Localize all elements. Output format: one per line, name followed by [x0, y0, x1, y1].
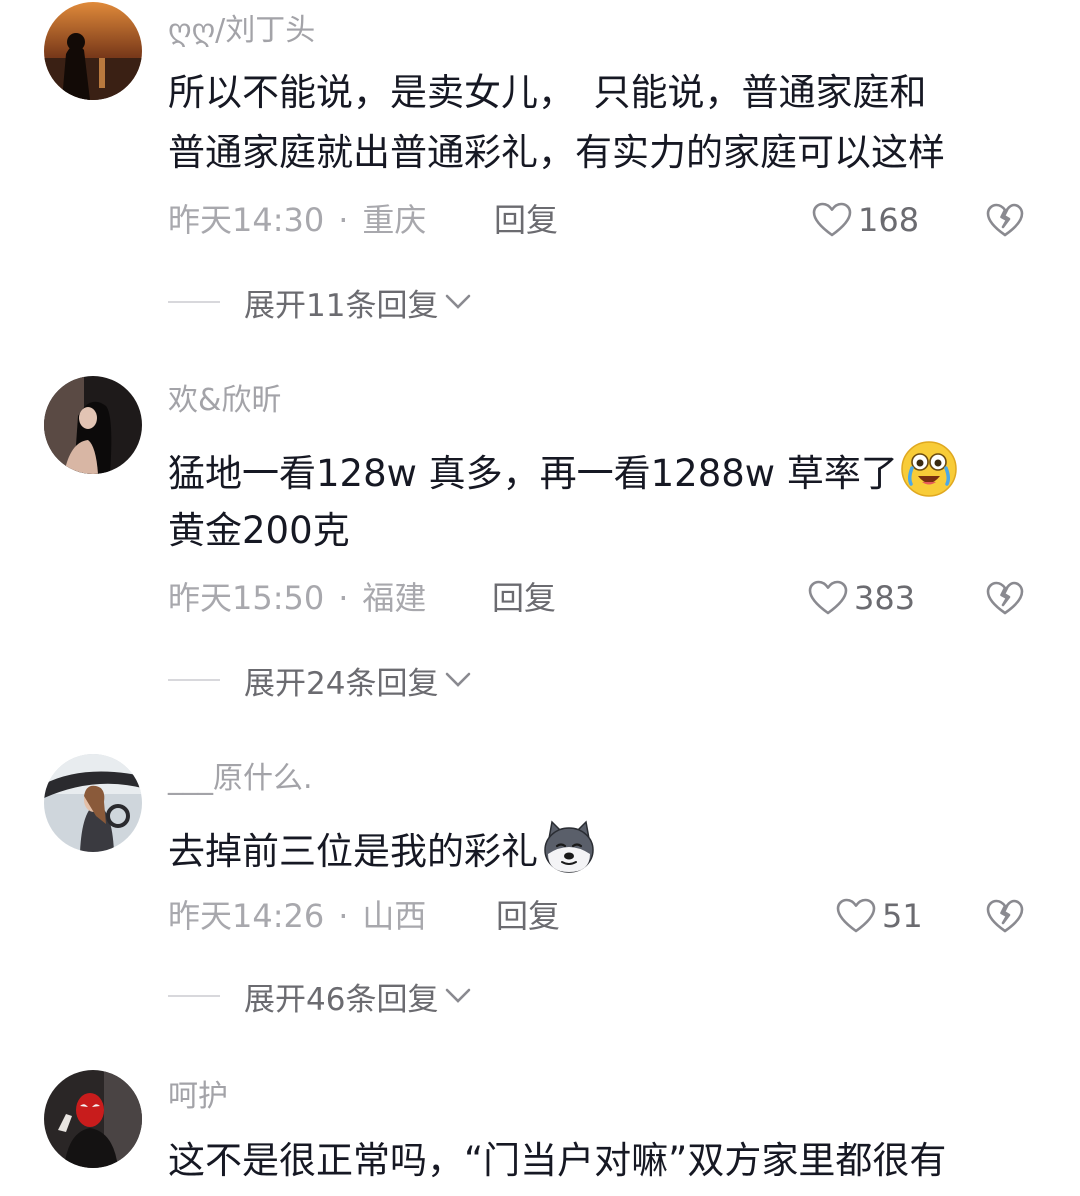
chevron-down-icon	[446, 672, 471, 687]
divider	[168, 679, 220, 681]
like-button[interactable]: 383	[808, 578, 915, 618]
broken-heart-icon[interactable]	[986, 201, 1024, 239]
avatar[interactable]	[44, 376, 142, 474]
expand-replies-button[interactable]: 展开46条回复	[168, 976, 472, 1018]
divider	[168, 995, 220, 997]
like-button[interactable]: 51	[836, 896, 923, 936]
reply-button[interactable]: 回复	[492, 578, 556, 618]
heart-icon	[812, 202, 852, 237]
comment-text-line: 这不是很正常吗，“门当户对嘛”双方家里都很有	[168, 1139, 947, 1182]
comment-location: 重庆	[362, 201, 427, 239]
chevron-down-icon	[446, 294, 471, 309]
separator-dot: ·	[338, 201, 349, 239]
divider	[168, 301, 220, 303]
comment-username[interactable]: 欢&欣昕	[168, 382, 281, 420]
reply-button[interactable]: 回复	[494, 200, 558, 240]
husky-dog-emoji	[544, 820, 594, 873]
comment-text-line: 去掉前三位是我的彩礼	[168, 818, 598, 877]
comment-meta: 昨天14:30 · 重庆	[168, 200, 426, 240]
broken-heart-icon[interactable]	[986, 897, 1024, 935]
crying-laughing-emoji	[901, 441, 957, 497]
comment-location: 山西	[362, 897, 427, 935]
comment-meta: 昨天15:50 · 福建	[168, 578, 426, 618]
avatar[interactable]	[44, 1070, 142, 1168]
comment-text: 猛地一看128w 真多，再一看1288w 草率了	[168, 452, 898, 495]
expand-replies-label: 展开11条回复	[244, 287, 439, 324]
comment-text-line: 黄金200克	[168, 509, 350, 552]
like-count: 168	[858, 201, 920, 239]
like-count: 51	[882, 897, 923, 935]
separator-dot: ·	[338, 579, 349, 617]
broken-heart-icon[interactable]	[986, 579, 1024, 617]
comment-text-line: 所以不能说，是卖女儿， 只能说，普通家庭和	[168, 71, 927, 114]
comment-username[interactable]: ___原什么.	[168, 760, 313, 798]
comment-location: 福建	[362, 579, 427, 617]
like-count: 383	[854, 579, 916, 617]
reply-button[interactable]: 回复	[496, 896, 560, 936]
comment-username[interactable]: ღღ/刘丁头	[168, 12, 315, 50]
comment-meta: 昨天14:26 · 山西	[168, 896, 426, 936]
chevron-down-icon	[446, 988, 471, 1003]
comment-text-line: 普通家庭就出普通彩礼，有实力的家庭可以这样	[168, 131, 945, 174]
like-button[interactable]: 168	[812, 200, 919, 240]
expand-replies-label: 展开46条回复	[244, 981, 439, 1018]
comment-time: 昨天14:30	[168, 201, 325, 239]
comment-username[interactable]: 呵护	[168, 1078, 228, 1116]
comment-time: 昨天15:50	[168, 579, 325, 617]
comment-text: 去掉前三位是我的彩礼	[168, 830, 538, 873]
heart-icon	[836, 898, 876, 933]
heart-icon	[808, 580, 848, 615]
comment-time: 昨天14:26	[168, 897, 325, 935]
comment-text-line: 猛地一看128w 真多，再一看1288w 草率了	[168, 440, 958, 499]
separator-dot: ·	[338, 897, 349, 935]
expand-replies-label: 展开24条回复	[244, 665, 439, 702]
expand-replies-button[interactable]: 展开24条回复	[168, 660, 472, 702]
avatar[interactable]	[44, 2, 142, 100]
avatar[interactable]	[44, 754, 142, 852]
expand-replies-button[interactable]: 展开11条回复	[168, 282, 472, 324]
